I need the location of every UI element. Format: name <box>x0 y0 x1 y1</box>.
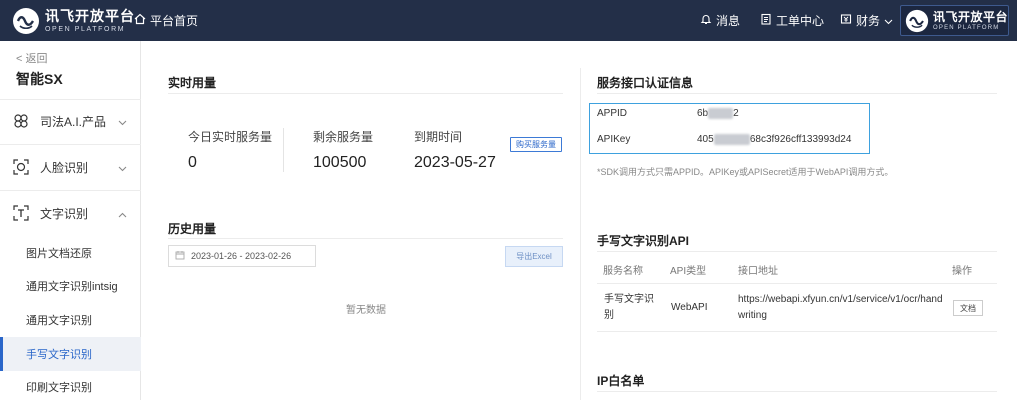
api-section-title: 手写文字识别API <box>597 234 690 248</box>
section-divider <box>597 391 997 392</box>
clipboard-icon <box>760 13 776 28</box>
stat-divider <box>283 128 284 172</box>
apikey-prefix: 405 <box>697 134 714 145</box>
table-cell-service-name: 手写文字识 别 <box>604 292 654 324</box>
nav-home-label: 平台首页 <box>150 14 199 28</box>
realtime-usage-title: 实时用量 <box>168 76 217 90</box>
today-usage-value: 0 <box>188 154 197 171</box>
doc-button[interactable]: 文档 <box>953 300 983 316</box>
appid-label: APPID <box>597 108 628 119</box>
history-usage-title: 历史用量 <box>168 222 217 236</box>
column-divider <box>580 68 581 400</box>
sidebar-group-label: 人脸识别 <box>40 160 89 175</box>
apikey-value[interactable]: 40544b1f5a68c3f926cff133993d24 <box>697 134 851 145</box>
table-divider <box>597 331 997 332</box>
sidebar-item-general-ocr-intsig[interactable]: 通用文字识别intsig <box>0 269 141 303</box>
appid-masked: f6a3e <box>708 108 734 119</box>
auth-info-title: 服务接口认证信息 <box>597 76 694 90</box>
expire-date-label: 到期时间 <box>414 130 463 144</box>
section-divider <box>168 238 563 239</box>
brand-subtitle: OPEN PLATFORM <box>45 26 126 33</box>
appid-suffix: 2 <box>733 108 739 119</box>
table-header-action: 操作 <box>952 266 972 277</box>
sidebar-group-text-recognition[interactable]: 文字识别 <box>0 191 141 235</box>
remaining-usage-label: 剩余服务量 <box>313 130 374 144</box>
table-header-endpoint: 接口地址 <box>738 266 778 277</box>
sdk-usage-note: *SDK调用方式只需APPID。APIKey或APISecret适用于WebAP… <box>597 167 894 177</box>
ip-whitelist-title: IP白名单 <box>597 374 645 388</box>
table-divider <box>597 283 997 284</box>
home-icon <box>134 13 150 28</box>
face-scan-icon <box>12 158 30 176</box>
nav-messages-label: 消息 <box>716 14 741 28</box>
sidebar-group-label: 文字识别 <box>40 206 89 221</box>
xunfei-logo-icon <box>905 9 929 33</box>
chevron-down-icon <box>118 161 127 175</box>
app-name: 智能SX <box>16 71 63 87</box>
bell-icon <box>700 13 716 28</box>
endpoint-line: https://webapi.xfyun.cn/v1/service/v1/oc… <box>738 294 943 305</box>
export-excel-button[interactable]: 导出Excel <box>505 246 563 267</box>
brand-name-right: 讯飞开放平台 <box>933 9 1009 24</box>
calendar-icon <box>175 250 191 262</box>
service-name-line: 别 <box>604 310 614 321</box>
table-cell-api-type: WebAPI <box>671 302 708 313</box>
sidebar-item-image-doc-restore[interactable]: 图片文档还原 <box>0 236 141 270</box>
expire-date-value: 2023-05-27 <box>414 154 496 171</box>
scales-icon <box>12 112 30 130</box>
sidebar-group-judicial-ai[interactable]: 司法A.I.产品 <box>0 99 141 143</box>
sidebar-group-face-recognition[interactable]: 人脸识别 <box>0 145 141 189</box>
chevron-down-icon <box>118 115 127 129</box>
today-usage-label: 今日实时服务量 <box>188 130 273 144</box>
nav-finance[interactable]: 财务 <box>840 0 897 41</box>
xunfei-logo-icon <box>12 7 40 35</box>
sidebar-item-general-ocr[interactable]: 通用文字识别 <box>0 303 141 337</box>
appid-value[interactable]: 6bf6a3e2 <box>697 108 739 119</box>
endpoint-line: writing <box>738 310 767 321</box>
nav-tickets[interactable]: 工单中心 <box>760 0 824 41</box>
sidebar-item-printed-ocr[interactable]: 印刷文字识别 <box>0 370 141 400</box>
chevron-down-icon <box>884 14 897 28</box>
sidebar-group-label: 司法A.I.产品 <box>40 114 107 129</box>
remaining-usage-value: 100500 <box>313 154 367 171</box>
brand-name: 讯飞开放平台 <box>45 8 135 24</box>
apikey-suffix: 68c3f926cff133993d24 <box>749 134 852 145</box>
brand-logo-right[interactable]: 讯飞开放平台 OPEN PLATFORM <box>900 5 1009 36</box>
sidebar: < 返回 智能SX 司法A.I.产品 人脸识别 文字识别 图片文档还原 通用文字… <box>0 41 141 400</box>
brand-subtitle-right: OPEN PLATFORM <box>933 24 1000 31</box>
nav-platform-home[interactable]: 平台首页 <box>134 0 198 41</box>
apikey-masked: 44b1f5a <box>713 134 750 145</box>
appid-prefix: 6b <box>697 108 709 119</box>
service-name-line: 手写文字识 <box>604 294 654 305</box>
wallet-icon <box>840 13 856 28</box>
text-scan-icon <box>12 204 30 222</box>
back-link[interactable]: < 返回 <box>16 50 47 66</box>
empty-data-text: 暂无数据 <box>346 305 386 316</box>
top-navigation-bar: 讯飞开放平台 OPEN PLATFORM 平台首页 消息 工单中心 财务 讯飞开… <box>0 0 1017 41</box>
buy-service-button[interactable]: 购买服务量 <box>510 137 562 152</box>
table-header-api-type: API类型 <box>670 266 707 277</box>
table-cell-endpoint[interactable]: https://webapi.xfyun.cn/v1/service/v1/oc… <box>738 292 943 324</box>
nav-finance-label: 财务 <box>856 14 881 28</box>
apikey-label: APIKey <box>597 134 631 145</box>
date-range-value: 2023-01-26 - 2023-02-26 <box>191 251 292 261</box>
brand-logo[interactable]: 讯飞开放平台 OPEN PLATFORM <box>12 6 135 36</box>
sidebar-item-handwriting-ocr[interactable]: 手写文字识别 <box>0 337 141 371</box>
nav-tickets-label: 工单中心 <box>776 14 825 28</box>
chevron-up-icon <box>118 207 127 221</box>
table-header-service-name: 服务名称 <box>603 266 643 277</box>
section-divider <box>597 93 997 94</box>
date-range-picker[interactable]: 2023-01-26 - 2023-02-26 <box>168 245 316 267</box>
section-divider <box>597 251 997 252</box>
section-divider <box>168 93 563 94</box>
nav-messages[interactable]: 消息 <box>700 0 740 41</box>
